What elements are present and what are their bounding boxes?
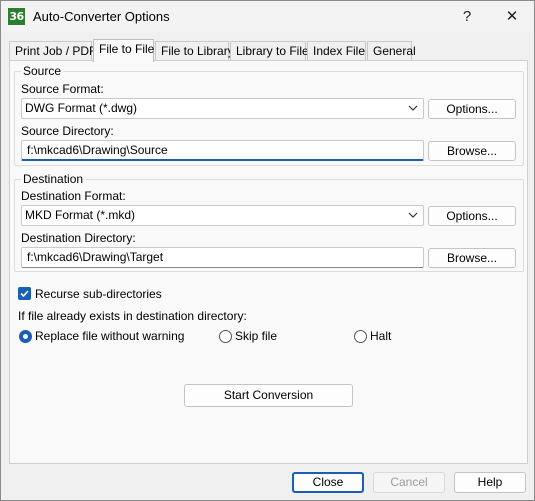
tab-file-to-file[interactable]: File to File — [93, 39, 154, 62]
radio-replace-label[interactable]: Replace file without warning — [35, 329, 184, 343]
close-button[interactable]: Close — [292, 472, 364, 493]
recurse-label[interactable]: Recurse sub-directories — [35, 287, 162, 301]
tab-panel-file-to-file: Source Source Format: DWG Format (*.dwg)… — [9, 60, 528, 464]
source-browse-button[interactable]: Browse... — [428, 141, 516, 161]
tab-library-to-file[interactable]: Library to File — [230, 41, 309, 61]
help-button[interactable]: Help — [454, 472, 526, 493]
title-bar: 36 Auto-Converter Options ? ✕ — [1, 1, 534, 32]
source-group-title: Source — [21, 64, 64, 78]
radio-skip[interactable] — [219, 330, 232, 343]
chevron-down-icon — [408, 212, 418, 218]
radio-replace[interactable] — [19, 330, 32, 343]
destination-options-button[interactable]: Options... — [428, 206, 516, 226]
destination-group-title: Destination — [21, 172, 86, 186]
checkmark-icon — [20, 290, 29, 298]
start-conversion-button[interactable]: Start Conversion — [184, 384, 353, 407]
close-window-button[interactable]: ✕ — [490, 1, 534, 32]
source-directory-input[interactable]: f:\mkcad6\Drawing\Source — [21, 140, 424, 161]
cancel-button[interactable]: Cancel — [373, 472, 445, 493]
radio-skip-label[interactable]: Skip file — [235, 329, 277, 343]
tab-general[interactable]: General — [367, 41, 416, 61]
app-icon: 36 — [8, 8, 25, 25]
destination-directory-input[interactable]: f:\mkcad6\Drawing\Target — [21, 247, 424, 268]
source-options-button[interactable]: Options... — [428, 99, 516, 119]
destination-format-label: Destination Format: — [21, 189, 126, 203]
source-directory-label: Source Directory: — [21, 124, 114, 138]
source-format-value: DWG Format (*.dwg) — [25, 101, 138, 115]
tab-strip: Print Job / PDF File to File File to Lib… — [9, 39, 529, 62]
recurse-checkbox[interactable] — [18, 287, 31, 300]
destination-group: Destination Destination Format: MKD Form… — [14, 172, 524, 272]
window-title: Auto-Converter Options — [33, 9, 170, 24]
source-group: Source Source Format: DWG Format (*.dwg)… — [14, 64, 524, 166]
tab-file-to-library[interactable]: File to Library — [155, 41, 234, 61]
close-icon: ✕ — [505, 8, 519, 25]
dialog-window: 36 Auto-Converter Options ? ✕ Print Job … — [0, 0, 535, 501]
source-format-label: Source Format: — [21, 82, 104, 96]
destination-directory-label: Destination Directory: — [21, 231, 136, 245]
destination-format-select[interactable]: MKD Format (*.mkd) — [21, 205, 424, 226]
source-format-select[interactable]: DWG Format (*.dwg) — [21, 98, 424, 119]
destination-browse-button[interactable]: Browse... — [428, 248, 516, 268]
question-icon: ? — [462, 8, 472, 25]
destination-format-value: MKD Format (*.mkd) — [25, 208, 136, 222]
radio-halt-label[interactable]: Halt — [370, 329, 391, 343]
tab-index-file[interactable]: Index File — [307, 41, 366, 61]
help-title-button[interactable]: ? — [445, 1, 489, 32]
file-exists-prompt: If file already exists in destination di… — [18, 309, 247, 323]
chevron-down-icon — [408, 105, 418, 111]
radio-halt[interactable] — [354, 330, 367, 343]
tab-print-job-pdf[interactable]: Print Job / PDF — [9, 41, 96, 61]
dialog-footer: Close Cancel Help — [1, 468, 534, 500]
